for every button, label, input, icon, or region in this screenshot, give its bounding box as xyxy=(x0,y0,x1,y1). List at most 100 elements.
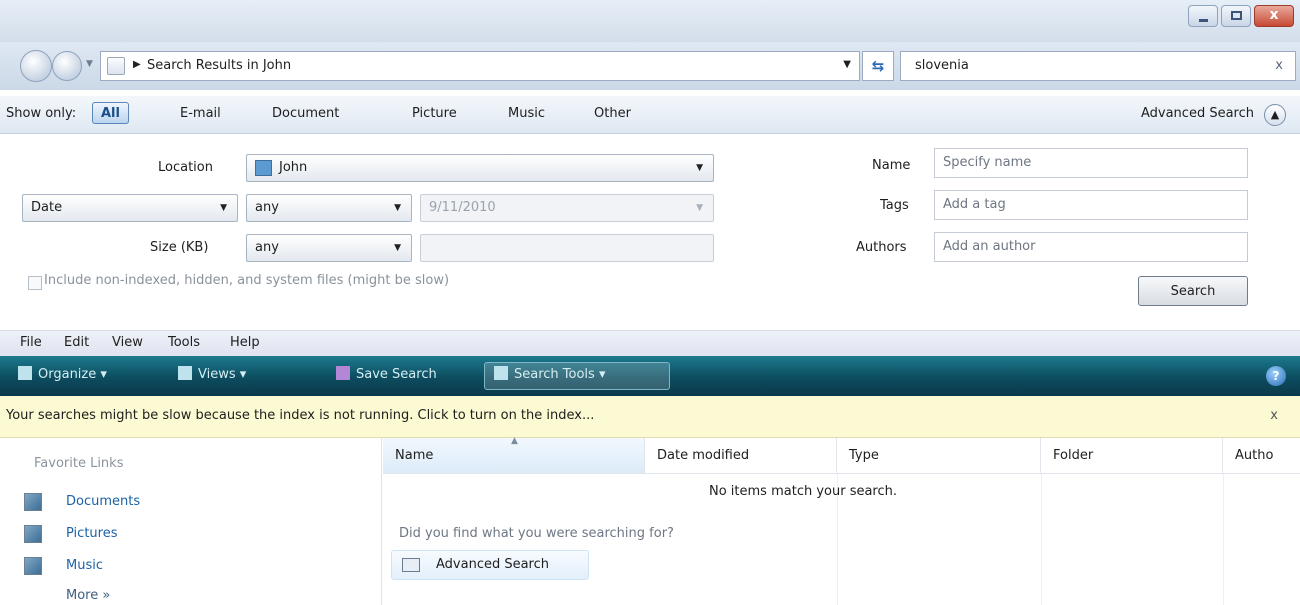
menu-help[interactable]: Help xyxy=(230,335,260,350)
column-divider xyxy=(1223,474,1224,605)
maximize-button[interactable] xyxy=(1221,5,1251,27)
user-folder-icon xyxy=(255,160,272,176)
address-bar[interactable]: ▶ Search Results in John ▼ xyxy=(100,51,860,81)
location-label: Location xyxy=(158,160,213,175)
menu-tools[interactable]: Tools xyxy=(168,335,200,350)
chevron-down-icon: ▼ xyxy=(220,203,227,213)
search-tools-icon xyxy=(494,366,508,380)
sort-ascending-icon: ▲ xyxy=(511,436,518,446)
chevron-down-icon: ▼ xyxy=(696,163,703,173)
index-warning-message[interactable]: Your searches might be slow because the … xyxy=(6,408,594,423)
index-warning-bar[interactable]: Your searches might be slow because the … xyxy=(0,396,1300,438)
forward-button[interactable] xyxy=(52,51,82,81)
menu-edit[interactable]: Edit xyxy=(64,335,89,350)
include-nonindexed-checkbox[interactable] xyxy=(28,276,42,290)
recent-pages-chevron-down-icon[interactable]: ▼ xyxy=(86,59,93,69)
clear-search-icon[interactable]: x xyxy=(1275,58,1283,73)
documents-icon xyxy=(24,493,42,511)
column-authors-label: Autho xyxy=(1235,448,1274,463)
filter-music[interactable]: Music xyxy=(508,106,545,121)
tags-label: Tags xyxy=(880,198,909,213)
minimize-button[interactable] xyxy=(1188,5,1218,27)
organize-icon xyxy=(18,366,32,380)
collapse-chevron-up-icon[interactable]: ▲ xyxy=(1264,104,1286,126)
name-placeholder: Specify name xyxy=(943,155,1032,170)
tags-field[interactable]: Add a tag xyxy=(934,190,1248,220)
favorite-links-title: Favorite Links xyxy=(34,456,124,471)
size-input[interactable] xyxy=(420,234,714,262)
views-button[interactable]: Views ▾ xyxy=(178,366,246,382)
favorite-links-panel: Favorite Links Documents Pictures Music … xyxy=(0,438,382,605)
calendar-icon xyxy=(402,558,420,572)
help-icon[interactable]: ? xyxy=(1266,366,1286,386)
pictures-icon xyxy=(24,525,42,543)
search-button[interactable]: Search xyxy=(1138,276,1248,306)
filter-email[interactable]: E-mail xyxy=(180,106,221,121)
breadcrumb-location[interactable]: Search Results in John xyxy=(147,58,291,73)
advanced-search-pane: Location John ▼ Date ▼ any ▼ 9/11/2010 ▼… xyxy=(0,134,1300,330)
show-only-label: Show only: xyxy=(6,106,77,121)
menu-bar: File Edit View Tools Help xyxy=(0,330,1300,356)
organize-button[interactable]: Organize ▾ xyxy=(18,366,107,382)
address-chevron-down-icon[interactable]: ▼ xyxy=(843,59,851,70)
authors-field[interactable]: Add an author xyxy=(934,232,1248,262)
no-results-message: No items match your search. xyxy=(709,484,898,499)
favorite-music-label: Music xyxy=(66,558,103,573)
search-tools-label: Search Tools xyxy=(514,367,595,382)
date-type-value: Date xyxy=(31,200,63,215)
command-toolbar: Organize ▾ Views ▾ Save Search Search To… xyxy=(0,356,1300,396)
save-search-label: Save Search xyxy=(356,367,437,382)
filter-all[interactable]: All xyxy=(92,102,129,124)
close-button[interactable]: x xyxy=(1254,5,1294,27)
column-header-type[interactable]: Type xyxy=(837,438,1041,474)
advanced-search-link-label: Advanced Search xyxy=(436,557,550,572)
results-list: Name ▲ Date modified Type Folder Autho N… xyxy=(383,436,1300,605)
search-input[interactable]: slovenia x xyxy=(900,51,1296,81)
back-button[interactable] xyxy=(20,50,52,82)
favorites-more-label: More xyxy=(66,588,99,603)
menu-file[interactable]: File xyxy=(20,335,42,350)
advanced-search-link[interactable]: Advanced Search xyxy=(391,550,589,580)
name-label: Name xyxy=(872,158,911,173)
close-icon: x xyxy=(1269,7,1279,23)
column-header-folder[interactable]: Folder xyxy=(1041,438,1223,474)
column-date-modified-label: Date modified xyxy=(657,448,750,463)
column-type-label: Type xyxy=(849,448,879,463)
date-qualifier-select[interactable]: any ▼ xyxy=(246,194,412,222)
navigation-bar: ▼ ▶ Search Results in John ▼ ⇆ slovenia … xyxy=(0,42,1300,90)
size-qualifier-value: any xyxy=(255,240,279,255)
chevron-down-icon: ▼ xyxy=(696,203,703,213)
favorites-more-link[interactable]: More » xyxy=(66,588,110,603)
tags-placeholder: Add a tag xyxy=(943,197,1006,212)
views-label: Views xyxy=(198,367,236,382)
date-type-select[interactable]: Date ▼ xyxy=(22,194,238,222)
column-header-date-modified[interactable]: Date modified xyxy=(645,438,837,474)
favorite-documents-label: Documents xyxy=(66,494,141,509)
date-picker[interactable]: 9/11/2010 ▼ xyxy=(420,194,714,222)
advanced-search-toggle-label[interactable]: Advanced Search xyxy=(1141,106,1254,121)
views-icon xyxy=(178,366,192,380)
column-header-name[interactable]: Name ▲ xyxy=(383,436,645,474)
authors-placeholder: Add an author xyxy=(943,239,1036,254)
size-qualifier-select[interactable]: any ▼ xyxy=(246,234,412,262)
location-value: John xyxy=(279,160,308,175)
title-bar: x xyxy=(0,0,1300,42)
search-tools-label-group[interactable]: Search Tools ▾ xyxy=(494,366,606,382)
filter-other[interactable]: Other xyxy=(594,106,631,121)
search-query[interactable]: slovenia xyxy=(915,58,969,73)
column-folder-label: Folder xyxy=(1053,448,1094,463)
filter-document[interactable]: Document xyxy=(272,106,339,121)
favorite-pictures-label: Pictures xyxy=(66,526,118,541)
date-value: 9/11/2010 xyxy=(429,200,496,215)
filter-picture[interactable]: Picture xyxy=(412,106,457,121)
refresh-button[interactable]: ⇆ xyxy=(862,51,894,81)
save-search-button[interactable]: Save Search xyxy=(336,366,437,382)
organize-label: Organize xyxy=(38,367,97,382)
column-header-authors[interactable]: Autho xyxy=(1223,438,1300,474)
include-nonindexed-label[interactable]: Include non-indexed, hidden, and system … xyxy=(44,273,449,288)
close-icon[interactable]: x xyxy=(1270,408,1278,423)
menu-view[interactable]: View xyxy=(112,335,143,350)
location-select[interactable]: John ▼ xyxy=(246,154,714,182)
breadcrumb-chevron-right-icon[interactable]: ▶ xyxy=(133,59,141,70)
name-field[interactable]: Specify name xyxy=(934,148,1248,178)
